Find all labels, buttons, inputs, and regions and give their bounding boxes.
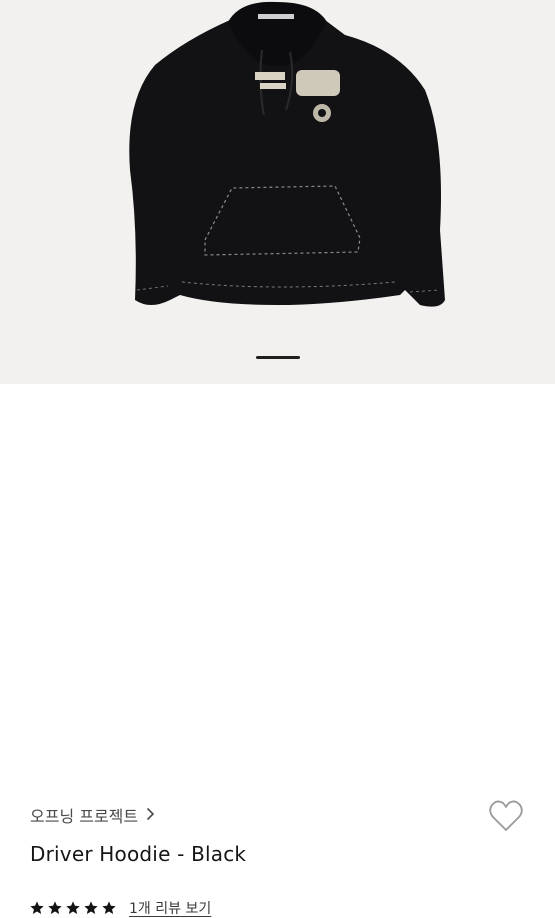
rating-stars: [29, 900, 117, 916]
star-icon: [47, 900, 63, 916]
heart-outline-icon: [486, 800, 526, 840]
product-image-carousel[interactable]: [0, 0, 555, 384]
hoodie-photo: [129, 1, 446, 307]
brand-name: 오프닝 프로젝트: [30, 807, 139, 826]
product-rating: 1개 리뷰 보기: [29, 898, 211, 918]
product-title: Driver Hoodie - Black: [30, 842, 247, 866]
view-reviews-link[interactable]: 1개 리뷰 보기: [129, 898, 211, 918]
star-icon: [29, 900, 45, 916]
brand-link[interactable]: 오프닝 프로젝트: [30, 803, 155, 827]
carousel-indicator-active: [255, 356, 300, 359]
star-icon: [83, 900, 99, 916]
star-icon: [65, 900, 81, 916]
wishlist-heart-button[interactable]: [486, 796, 526, 836]
carousel-pager: [0, 356, 555, 359]
chevron-right-icon: [146, 806, 155, 825]
star-icon: [101, 900, 117, 916]
